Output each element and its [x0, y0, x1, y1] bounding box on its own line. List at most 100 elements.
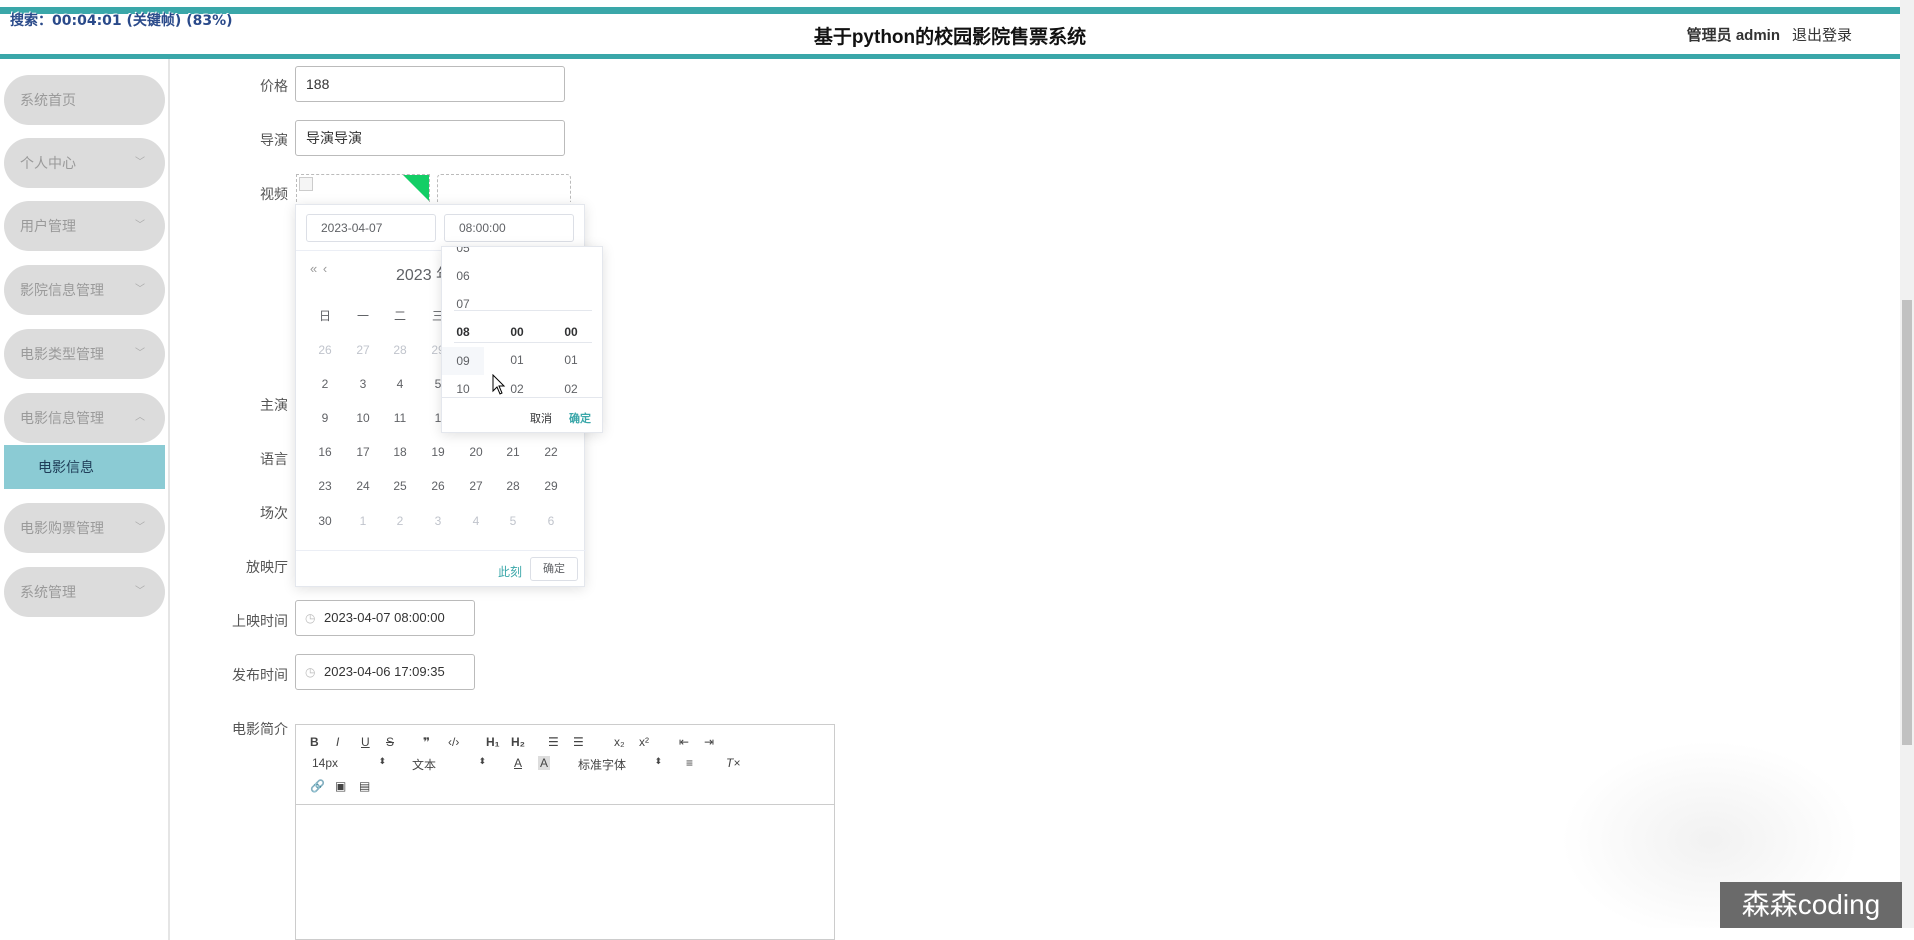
link-icon[interactable]: 🔗 — [310, 779, 325, 793]
outdent-icon[interactable]: ⇤ — [679, 735, 689, 749]
day-cell[interactable]: 27 — [344, 343, 382, 357]
day-cell[interactable]: 3 — [344, 377, 382, 391]
weekday-tue: 二 — [393, 309, 406, 323]
sidebar-item-movie-info[interactable]: 电影信息管理 ︿ — [4, 393, 165, 443]
video-upload-button[interactable] — [437, 174, 571, 202]
font-family-select[interactable]: 标准字体 ⬍ — [578, 756, 662, 773]
superscript-button[interactable]: x² — [639, 735, 649, 749]
bullet-list-icon[interactable]: ☰ — [573, 735, 584, 749]
align-icon[interactable]: ≡ — [686, 756, 693, 770]
text-color-icon[interactable]: A — [514, 756, 522, 770]
app-title: 基于python的校园影院售票系统 — [813, 27, 1087, 48]
ordered-list-icon[interactable]: ☰ — [548, 735, 559, 749]
day-cell[interactable]: 22 — [532, 445, 570, 459]
day-cell[interactable]: 29 — [532, 479, 570, 493]
day-cell[interactable]: 20 — [457, 445, 495, 459]
hour-cell[interactable]: 05 — [442, 247, 488, 255]
sidebar-item-ticket[interactable]: 电影购票管理 ﹀ — [4, 503, 165, 553]
day-cell[interactable]: 19 — [419, 445, 457, 459]
blockquote-button[interactable]: ❞ — [423, 735, 430, 749]
publish-input[interactable]: ◷ 2023-04-06 17:09:35 — [295, 654, 475, 690]
day-cell[interactable]: 25 — [381, 479, 419, 493]
picker-time-input[interactable]: 08:00:00 — [444, 214, 574, 242]
day-cell[interactable]: 18 — [381, 445, 419, 459]
image-icon[interactable]: ▣ — [335, 779, 346, 793]
day-cell[interactable]: 24 — [344, 479, 382, 493]
rich-text-editor[interactable]: B I U S ❞ ‹/› H₁ H₂ ☰ ☰ x₂ x² ⇤ ⇥ 14px ⬍ … — [295, 724, 835, 940]
time-cancel-button[interactable]: 取消 — [530, 410, 552, 426]
logout-link[interactable]: 退出登录 — [1792, 24, 1852, 45]
day-cell[interactable]: 30 — [306, 514, 344, 528]
video-preview[interactable] — [296, 174, 430, 202]
day-cell[interactable]: 2 — [381, 514, 419, 528]
day-cell[interactable]: 26 — [419, 479, 457, 493]
second-cell-selected[interactable]: 00 — [546, 325, 596, 339]
day-cell[interactable]: 4 — [457, 514, 495, 528]
day-cell[interactable]: 3 — [419, 514, 457, 528]
second-cell[interactable]: 01 — [546, 353, 596, 367]
clear-format-icon[interactable]: T× — [726, 756, 740, 770]
day-cell[interactable]: 6 — [532, 514, 570, 528]
font-family-value: 标准字体 — [578, 758, 627, 772]
second-cell[interactable]: 02 — [546, 382, 596, 396]
chevron-down-icon: ﹀ — [135, 522, 145, 533]
day-cell[interactable]: 16 — [306, 445, 344, 459]
sidebar-item-movie-type[interactable]: 电影类型管理 ﹀ — [4, 329, 165, 379]
app-header: 基于python的校园影院售票系统 管理员 admin 退出登录 — [0, 14, 1900, 54]
day-cell[interactable]: 2 — [306, 377, 344, 391]
day-cell[interactable]: 10 — [344, 411, 382, 425]
day-cell[interactable]: 23 — [306, 479, 344, 493]
sidebar-item-profile[interactable]: 个人中心 ﹀ — [4, 138, 165, 188]
publish-value: 2023-04-06 17:09:35 — [324, 664, 445, 679]
indent-icon[interactable]: ⇥ — [704, 735, 714, 749]
h1-button[interactable]: H₁ — [486, 735, 500, 749]
sidebar-item-cinema[interactable]: 影院信息管理 ﹀ — [4, 265, 165, 315]
header-select[interactable]: 文本 ⬍ — [412, 756, 486, 773]
time-confirm-button[interactable]: 确定 — [569, 410, 591, 426]
font-size-select[interactable]: 14px ⬍ — [312, 756, 386, 770]
minute-cell[interactable]: 01 — [492, 353, 542, 367]
sidebar-item-label: 影院信息管理 — [20, 282, 104, 298]
hour-cell[interactable]: 10 — [442, 382, 488, 396]
hour-cell[interactable]: 06 — [442, 269, 488, 283]
day-cell[interactable]: 28 — [494, 479, 532, 493]
director-input[interactable]: 导演导演 — [295, 120, 565, 156]
hour-cell[interactable]: 07 — [442, 297, 488, 311]
day-cell[interactable]: 28 — [381, 343, 419, 357]
h2-button[interactable]: H₂ — [511, 735, 525, 749]
day-cell[interactable]: 27 — [457, 479, 495, 493]
italic-button[interactable]: I — [336, 735, 339, 749]
picker-now-link[interactable]: 此刻 — [498, 563, 522, 580]
day-cell[interactable]: 9 — [306, 411, 344, 425]
day-cell[interactable]: 26 — [306, 343, 344, 357]
sidebar-subitem-movie-info[interactable]: 电影信息 — [4, 445, 165, 489]
day-cell[interactable]: 17 — [344, 445, 382, 459]
bg-color-icon[interactable]: A — [538, 756, 551, 770]
code-block-button[interactable]: ‹/› — [448, 735, 459, 749]
hour-cell[interactable]: 09 — [442, 347, 484, 375]
minute-cell-selected[interactable]: 00 — [492, 325, 542, 339]
prev-year-month-icon[interactable]: « ‹ — [310, 261, 328, 276]
watermark-badge: 森森coding — [1720, 882, 1902, 928]
showtime-input[interactable]: ◷ 2023-04-07 08:00:00 — [295, 600, 475, 636]
hour-cell-selected[interactable]: 08 — [442, 325, 488, 339]
day-cell[interactable]: 11 — [381, 411, 419, 425]
subscript-button[interactable]: x₂ — [614, 735, 625, 749]
picker-confirm-button[interactable]: 确定 — [530, 557, 578, 581]
underline-button[interactable]: U — [361, 735, 370, 749]
weekday-mon: 一 — [356, 309, 369, 323]
day-cell[interactable]: 5 — [494, 514, 532, 528]
video-icon[interactable]: ▤ — [359, 779, 370, 793]
sidebar-item-system[interactable]: 系统管理 ﹀ — [4, 567, 165, 617]
day-cell[interactable]: 4 — [381, 377, 419, 391]
scrollbar-thumb[interactable] — [1902, 300, 1912, 745]
bold-button[interactable]: B — [310, 735, 319, 749]
sidebar-item-users[interactable]: 用户管理 ﹀ — [4, 201, 165, 251]
select-caret-icon: ⬍ — [378, 756, 386, 766]
day-cell[interactable]: 1 — [344, 514, 382, 528]
day-cell[interactable]: 21 — [494, 445, 532, 459]
price-input[interactable]: 188 — [295, 66, 565, 102]
picker-date-input[interactable]: 2023-04-07 — [306, 214, 436, 242]
strike-button[interactable]: S — [386, 735, 394, 749]
sidebar-item-home[interactable]: 系统首页 — [4, 75, 165, 125]
